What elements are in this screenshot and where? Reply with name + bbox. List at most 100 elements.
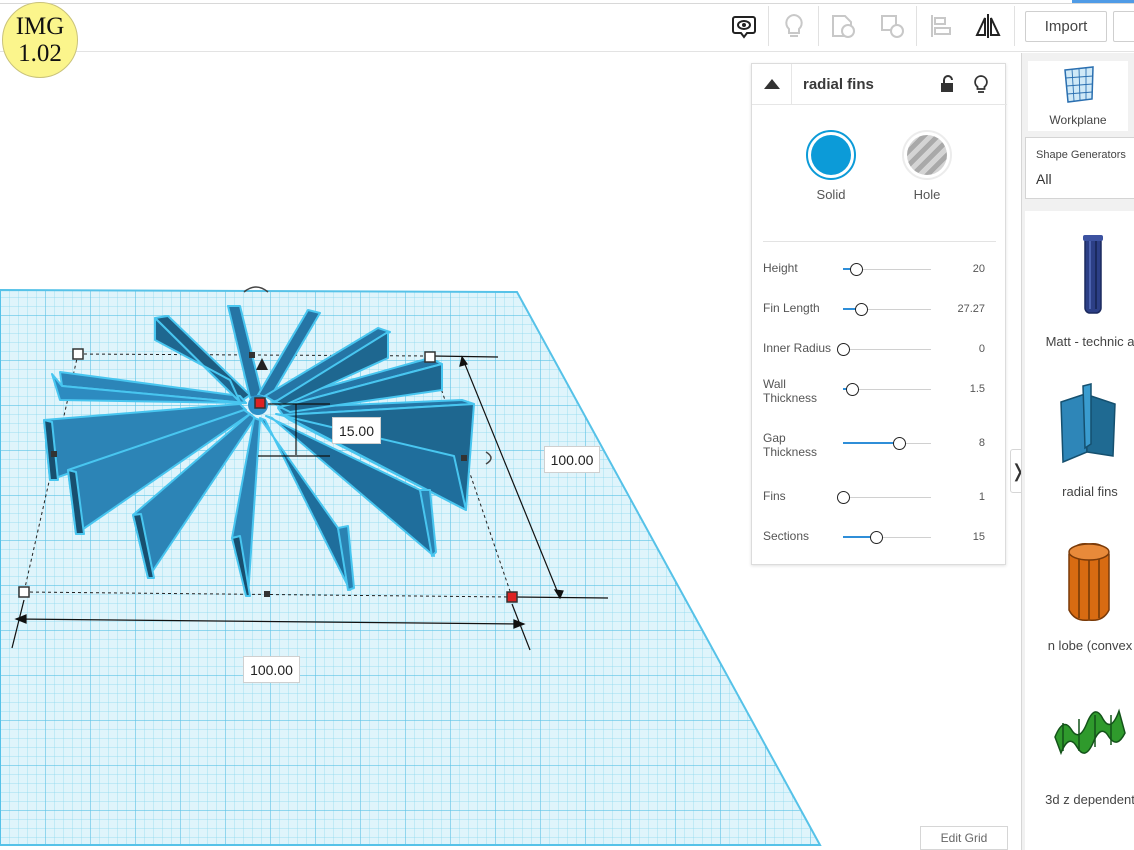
param-value[interactable]: 1 [979,491,985,503]
param-value[interactable]: 8 [979,437,985,449]
align-button[interactable] [921,6,961,46]
badge-line-2: 1.02 [18,40,62,67]
corner-handle[interactable] [424,351,436,363]
param-label: Inner Radius [763,341,832,355]
edge-handle[interactable] [249,352,255,358]
show-all-icon [732,16,756,39]
workplane-button[interactable]: Workplane [1028,61,1128,131]
hole-option[interactable]: Hole [897,130,957,202]
edit-grid-label: Edit Grid [940,831,988,845]
param-slider[interactable] [837,343,931,356]
height-dimension-input[interactable]: 15.00 [332,417,381,444]
collapse-button[interactable] [752,64,792,104]
badge-line-1: IMG [15,13,65,40]
edit-grid-button[interactable]: Edit Grid [920,826,1008,850]
top-toolbar: Import [0,0,1134,52]
param-row: Inner Radius 0 [752,334,1007,364]
lock-button[interactable] [936,72,958,96]
shape-generators-title: Shape Generators [1036,149,1126,161]
hole-swatch[interactable] [902,130,952,180]
param-slider[interactable] [837,491,931,504]
hole-label: Hole [913,187,941,202]
edge-handle[interactable] [264,591,270,597]
param-value[interactable]: 20 [973,263,985,275]
toolbar-separator [916,6,917,46]
shape-generators-dropdown[interactable]: Shape Generators All [1025,137,1134,199]
export-button[interactable] [1113,11,1134,42]
param-slider-knob[interactable] [849,263,863,276]
shape-inspector-panel: radial fins Solid Hole Height 20 Fin Len… [751,63,1007,565]
param-slider[interactable] [843,383,931,396]
param-row: Fin Length 27.27 [752,294,1007,324]
depth-dimension-input[interactable]: 100.00 [544,446,600,473]
version-badge: IMG 1.02 [2,2,78,78]
param-slider[interactable] [843,437,931,450]
param-row: Gap Thickness 8 [752,428,1007,459]
solid-label: Solid [816,187,846,202]
group-button[interactable] [823,6,863,46]
technic-part-thumbnail [1083,235,1103,314]
library-item-name: 3d z dependent [1045,792,1134,807]
toolbar-separator [768,6,769,46]
param-slider-knob[interactable] [837,491,850,504]
param-value[interactable]: 1.5 [970,383,985,395]
param-label: Fin Length [763,301,820,315]
param-slider[interactable] [843,263,931,276]
param-row: Wall Thickness 1.5 [752,374,1007,405]
depth-dimension-value: 100.00 [550,451,594,468]
mirror-button[interactable] [968,6,1008,46]
param-value[interactable]: 27.27 [957,303,985,315]
edge-handle[interactable] [461,455,467,461]
corner-handle[interactable] [18,586,30,598]
note-button[interactable] [774,6,814,46]
library-item[interactable]: 3d z dependent [1025,679,1134,829]
param-slider-knob[interactable] [869,531,883,544]
library-item[interactable]: n lobe (convex [1025,526,1134,676]
param-slider-knob[interactable] [854,303,868,316]
3d-z-dependent-thumbnail [1054,708,1126,756]
param-row: Sections 15 [752,522,1007,552]
note-lightbulb-icon [785,13,803,37]
param-value[interactable]: 15 [973,531,985,543]
height-dimension-value: 15.00 [338,422,375,439]
param-slider[interactable] [843,303,931,316]
library-item[interactable]: Matt - technic a [1025,219,1134,369]
toolbar-divider [0,3,1134,4]
library-item-name: Matt - technic a [1045,334,1134,349]
shape-library: Matt - technic a radial fins n lobe (con… [1025,211,1134,850]
workplane-icon [1064,66,1094,103]
corner-handle[interactable] [72,348,84,360]
shape-generators-value: All [1036,171,1052,187]
param-value[interactable]: 0 [979,343,985,355]
edge-handle[interactable] [51,451,57,457]
param-slider-knob[interactable] [846,383,860,396]
inspector-header: radial fins [752,64,1007,105]
center-handle[interactable] [254,397,266,409]
toolbar-accent [1072,0,1134,3]
mirror-icon [975,14,1001,38]
workplane-label: Workplane [1049,113,1107,127]
toolbar-separator [818,6,819,46]
param-label: Sections [763,529,810,543]
show-all-button[interactable] [724,6,764,46]
toolbar-separator [1014,6,1015,46]
width-dimension-input[interactable]: 100.00 [243,656,300,683]
width-dimension-value: 100.00 [250,661,293,678]
param-label: Wall Thickness [763,377,818,405]
right-sidebar: Workplane Shape Generators All Matt - te… [1021,53,1134,850]
solid-option[interactable]: Solid [801,130,861,202]
shape-name[interactable]: radial fins [803,76,874,93]
import-button[interactable]: Import [1025,11,1107,42]
library-item[interactable]: radial fins [1025,372,1134,522]
param-slider-knob[interactable] [837,343,850,356]
inspector-divider [763,241,996,242]
caret-up-icon [763,79,780,89]
corner-handle-active[interactable] [506,591,518,603]
param-slider[interactable] [843,531,931,544]
n-lobe-thumbnail [1068,542,1110,622]
param-slider-knob[interactable] [893,437,906,450]
tinkercad-editor: Import IMG 1.02 15.00 100.00 100.00 radi… [0,0,1134,850]
light-button[interactable] [970,72,992,96]
ungroup-button[interactable] [872,6,912,46]
solid-swatch[interactable] [806,130,856,180]
